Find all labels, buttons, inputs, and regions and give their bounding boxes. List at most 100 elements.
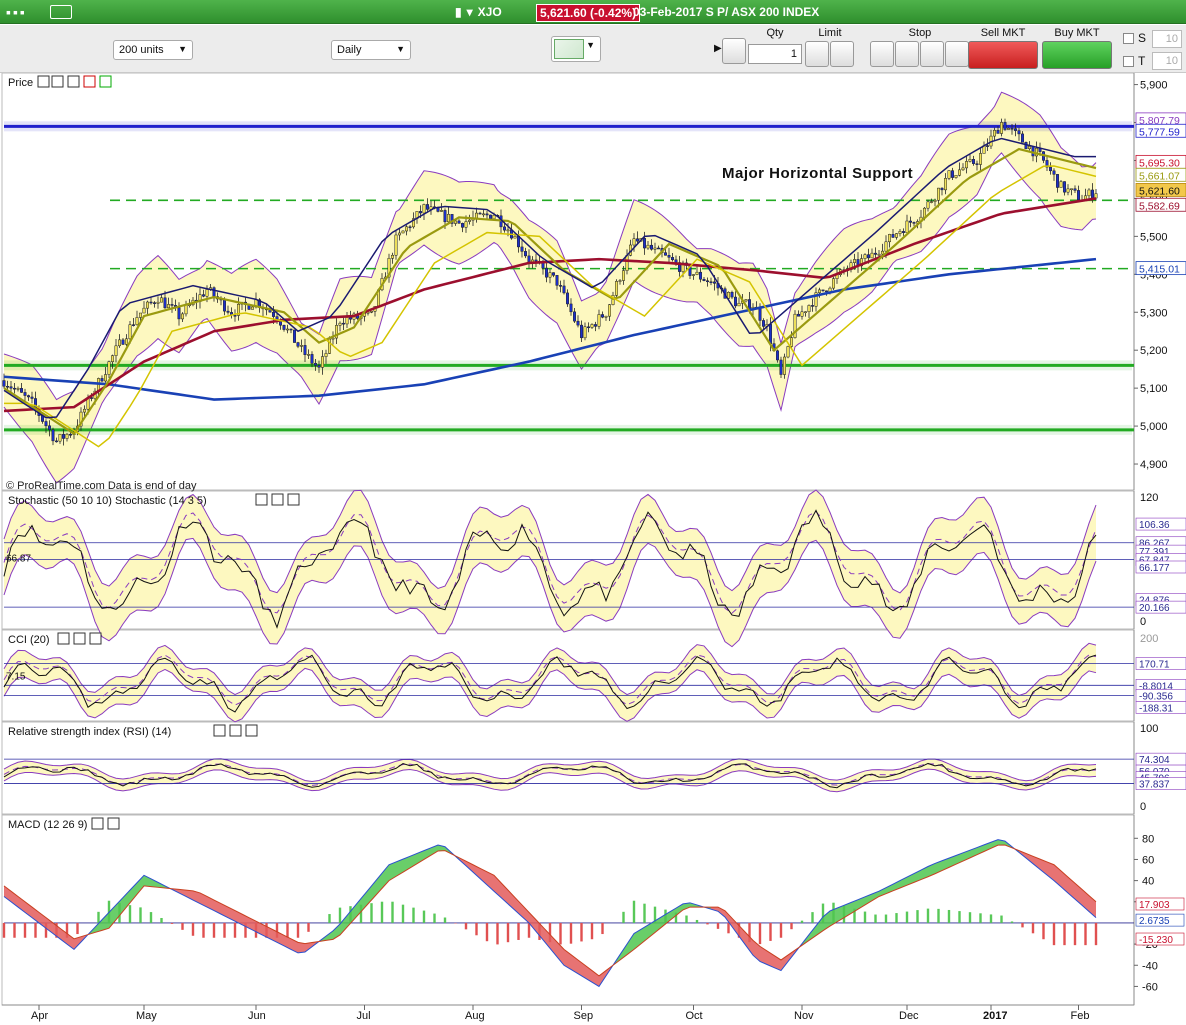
macd-histogram-bar — [223, 922, 226, 938]
macd-histogram-bar — [233, 922, 237, 938]
candle — [625, 255, 629, 271]
candle — [272, 311, 275, 317]
candle — [877, 253, 881, 256]
wrench-icon[interactable] — [722, 38, 746, 64]
x-tick-label: Aug — [465, 1010, 485, 1022]
candle — [303, 345, 307, 355]
chart-type-select[interactable]: ▼ — [551, 36, 601, 62]
candle — [933, 199, 937, 202]
candle — [583, 326, 587, 339]
macd-histogram-bar — [947, 909, 951, 923]
x-tick-label: Jun — [248, 1010, 266, 1022]
t-value-input[interactable]: 10 — [1152, 52, 1182, 70]
qty-input[interactable]: 1 — [748, 44, 802, 64]
macd-histogram-bar — [979, 913, 982, 923]
macd-histogram-bar — [527, 922, 531, 938]
candle — [695, 271, 699, 275]
stop-sell-button[interactable] — [895, 41, 919, 67]
candle — [524, 251, 527, 257]
macd-histogram-bar — [590, 922, 594, 940]
candle — [832, 278, 835, 289]
candle — [317, 365, 321, 368]
buy-mkt-button[interactable] — [1042, 41, 1112, 69]
macd-histogram-bar — [13, 922, 16, 938]
s-checkbox[interactable] — [1123, 33, 1134, 44]
candle — [489, 214, 492, 220]
candle — [608, 304, 611, 317]
candle — [212, 287, 216, 297]
y-tick-label: 4,900 — [1140, 459, 1168, 471]
candle — [1066, 188, 1070, 193]
limit-buy-button[interactable] — [805, 41, 829, 67]
period-select[interactable]: Daily ▼ — [331, 40, 411, 60]
s-value-input[interactable]: 10 — [1152, 30, 1182, 48]
macd-histogram-bar — [916, 910, 919, 923]
macd-panel-title: MACD (12 26 9) — [8, 819, 87, 831]
candle — [146, 301, 149, 309]
y-tick-label: 40 — [1142, 876, 1154, 888]
candle — [912, 222, 916, 224]
qty-group: Qty 1 — [748, 27, 802, 64]
candle — [601, 314, 604, 318]
candle — [667, 255, 671, 258]
price-tag-label: 37.837 — [1139, 780, 1170, 791]
x-tick-label: Oct — [686, 1010, 703, 1022]
candle — [874, 252, 877, 255]
sell-mkt-button[interactable] — [968, 41, 1038, 69]
chevron-down-icon: ▼ — [586, 40, 595, 50]
window-icon — [73, 632, 86, 645]
price-tag-label: 170.71 — [1139, 659, 1170, 670]
candle — [905, 220, 909, 233]
t-checkbox[interactable] — [1123, 56, 1134, 67]
price-tag-label: 5,415.01 — [1139, 264, 1180, 276]
candle — [559, 285, 562, 287]
candle — [807, 305, 811, 312]
macd-histogram-bar — [1000, 915, 1003, 923]
stop-buy-button[interactable] — [870, 41, 894, 67]
candle — [1007, 128, 1010, 130]
macd-histogram-bar — [958, 911, 961, 923]
price-tag-label: -15.230 — [1139, 935, 1173, 946]
close-icon — [89, 632, 102, 645]
candle — [706, 280, 709, 283]
candle — [1091, 189, 1094, 199]
candle — [153, 302, 156, 304]
s-label: S — [1138, 31, 1147, 45]
candle — [643, 238, 646, 249]
candle — [408, 226, 412, 229]
play-icon[interactable]: ▶ — [714, 43, 722, 54]
candle — [902, 231, 905, 233]
candle — [737, 302, 741, 307]
candle — [944, 178, 947, 191]
macd-histogram-bar — [464, 922, 468, 930]
symbol-selector[interactable]: ▮ ▾ XJO — [455, 5, 502, 19]
chevron-down-icon: ▼ — [178, 44, 187, 54]
y-tick-label: -60 — [1142, 981, 1158, 993]
candle — [30, 396, 34, 399]
candle — [51, 429, 55, 442]
candle — [160, 297, 163, 303]
stop-trail-button[interactable] — [920, 41, 944, 67]
candle — [48, 425, 51, 431]
candle — [293, 329, 296, 343]
macd-histogram-bar — [569, 922, 573, 944]
keyboard-icon[interactable] — [50, 5, 72, 19]
candle — [562, 285, 566, 294]
candle — [958, 169, 961, 176]
window-menu-icon[interactable]: ▪▪▪ — [6, 4, 27, 20]
candle — [646, 244, 650, 249]
stop-cancel-button[interactable] — [945, 41, 969, 67]
candle — [111, 355, 114, 362]
units-select[interactable]: 200 units ▼ — [113, 40, 193, 60]
close-icon — [107, 817, 120, 830]
price-tag-label: 5,621.60 — [1139, 185, 1180, 197]
macd-histogram-bar — [559, 922, 562, 945]
close-icon — [287, 493, 300, 506]
y-tick-label: 0 — [1140, 801, 1146, 813]
macd-histogram-bar — [2, 922, 6, 938]
candle — [125, 338, 128, 345]
x-tick-label: 2017 — [983, 1010, 1007, 1022]
limit-sell-button[interactable] — [830, 41, 854, 67]
candle — [226, 310, 230, 313]
candle — [114, 345, 118, 356]
